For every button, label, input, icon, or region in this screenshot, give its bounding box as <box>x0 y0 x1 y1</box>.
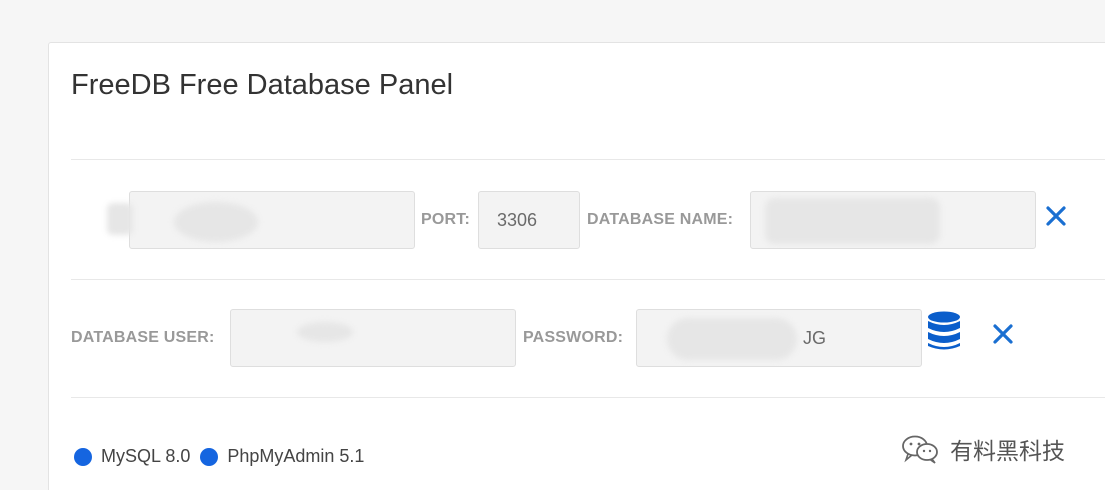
phpmyadmin-version: PhpMyAdmin 5.1 <box>227 446 365 466</box>
database-name-field[interactable] <box>750 191 1036 249</box>
watermark: 有料黑科技 <box>900 432 1065 466</box>
password-field[interactable]: JG <box>636 309 922 367</box>
divider <box>71 397 1105 398</box>
password-value: JG <box>803 327 827 348</box>
redacted-blur <box>107 203 133 235</box>
database-name-label: DATABASE NAME: <box>587 211 734 228</box>
phpmyadmin-dot-icon <box>200 447 219 466</box>
version-legend: MySQL 8.0 PhpMyAdmin 5.1 <box>74 446 374 467</box>
mysql-dot-icon <box>74 447 92 466</box>
divider <box>71 279 1105 280</box>
divider <box>71 159 1105 160</box>
redacted-blur <box>765 198 940 244</box>
database-user-label: DATABASE USER: <box>71 329 215 346</box>
wechat-icon <box>902 435 938 464</box>
password-label: PASSWORD: <box>523 329 624 346</box>
watermark-text: 有料黑科技 <box>950 439 1065 465</box>
host-field[interactable] <box>129 191 415 249</box>
remove-user-icon[interactable] <box>990 321 1016 347</box>
mysql-version: MySQL 8.0 <box>101 446 191 466</box>
port-value: 3306 <box>497 209 538 230</box>
page-title: FreeDB Free Database Panel <box>71 69 454 101</box>
redacted-blur <box>297 322 353 342</box>
database-user-field[interactable] <box>230 309 516 367</box>
remove-database-icon[interactable] <box>1043 203 1069 229</box>
redacted-blur <box>667 318 797 360</box>
port-label: PORT: <box>421 211 470 228</box>
database-panel: FreeDB Free Database Panel PORT: 3306 DA… <box>48 42 1105 490</box>
database-icon[interactable] <box>926 311 962 351</box>
port-field[interactable]: 3306 <box>478 191 580 249</box>
redacted-blur <box>174 202 258 242</box>
